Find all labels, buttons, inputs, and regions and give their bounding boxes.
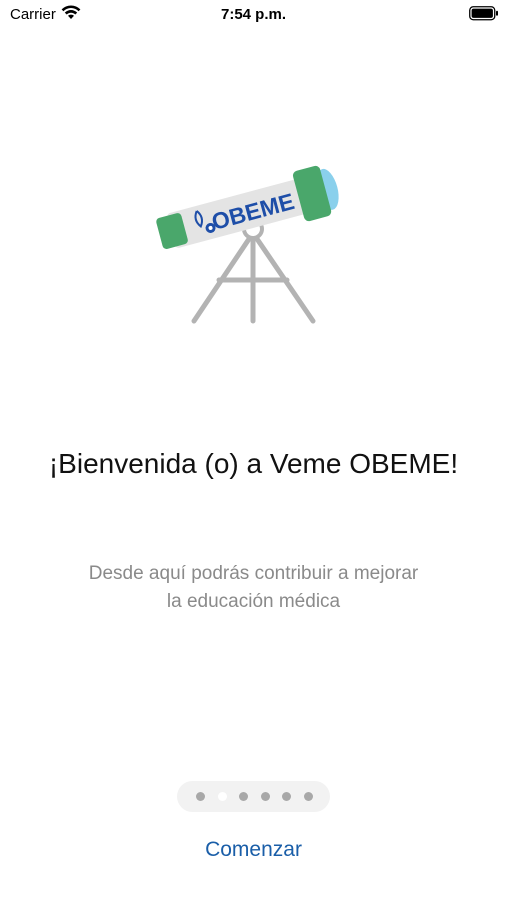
subtitle-line-1: Desde aquí podrás contribuir a mejorar [88, 563, 419, 584]
start-button[interactable]: Comenzar [0, 838, 507, 862]
telescope-tube: OBEME [156, 165, 339, 249]
telescope-illustration: OBEME [150, 140, 350, 330]
page-dot[interactable] [282, 792, 291, 801]
welcome-title: ¡Bienvenida (o) a Veme OBEME! [48, 448, 459, 479]
page-dot[interactable] [303, 792, 313, 801]
status-bar: Carrier 7:54 p.m. [0, 0, 507, 30]
page-dot[interactable] [239, 792, 248, 801]
page-dot[interactable] [196, 792, 205, 801]
status-time: 7:54 p.m. [220, 6, 287, 23]
page-dot[interactable] [260, 792, 270, 801]
page-dot[interactable] [217, 792, 227, 801]
telescope-icon: OBEME [156, 165, 339, 324]
tripod [191, 230, 316, 324]
page-indicator[interactable] [177, 781, 330, 812]
welcome-subtitle: Desde aquí podrás contribuir a mejorar l… [50, 560, 457, 616]
battery-icon [469, 6, 498, 21]
subtitle-line-2: la educación médica [166, 591, 341, 612]
